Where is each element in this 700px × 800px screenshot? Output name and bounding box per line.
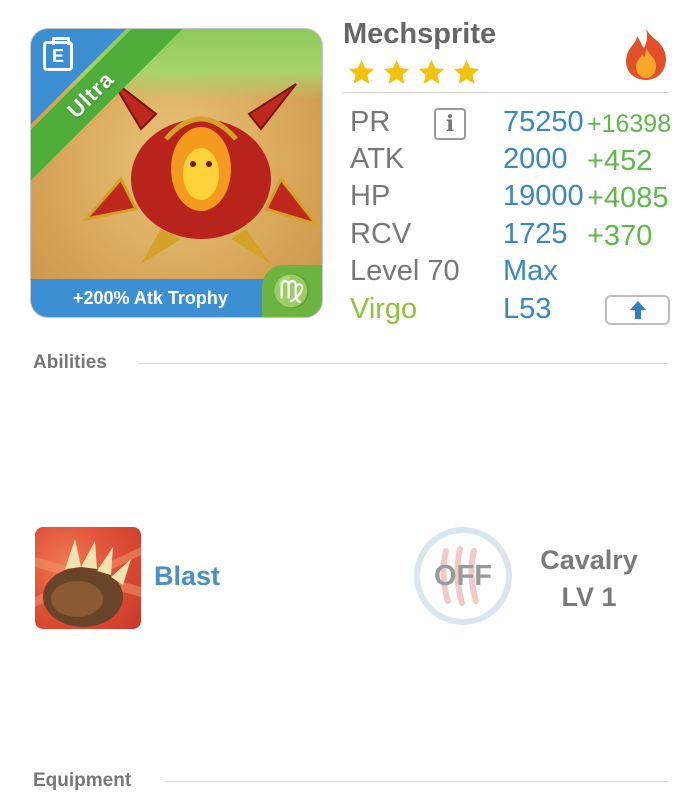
pr-label: PR [350,106,391,138]
equipment-heading: Equipment [33,770,132,791]
header-divider [343,92,669,93]
upgrade-button[interactable] [605,295,670,325]
cavalry-title: Cavalry [540,545,638,575]
level-label: Level 70 [350,255,460,287]
flame-icon [626,28,666,80]
cavalry-level: LV 1 [561,582,617,612]
monster-card[interactable]: E Ultra +200% Atk Trophy ♍ [30,28,323,318]
star-icon [418,59,445,84]
atk-value: 2000 [503,143,568,175]
claw-fist-icon [35,539,141,627]
abilities-divider [138,363,668,364]
evolution-icon[interactable]: E [43,37,73,71]
rcv-label: RCV [350,218,412,250]
arrow-up-icon [629,301,646,319]
rcv-value: 1725 [503,218,568,250]
abilities-heading: Abilities [33,352,107,373]
pr-value: 75250 [503,106,584,138]
virgo-sign-icon: ♍ [262,265,322,317]
atk-label: ATK [350,143,405,175]
sign-label: Virgo [350,293,418,325]
star-icon [383,59,410,84]
star-icon [348,59,375,84]
cavalry-state: OFF [434,559,492,592]
monster-name: Mechsprite [343,18,497,50]
hp-bonus: +4085 [587,182,669,214]
pr-bonus: +16398 [587,110,672,138]
trophy-label: +200% Atk Trophy [73,287,228,308]
star-rating [347,58,481,87]
ability-icon[interactable] [35,527,141,629]
equipment-divider [165,781,668,782]
hp-label: HP [350,180,391,212]
sign-level-value: L53 [503,293,552,325]
info-button[interactable]: i [434,108,466,140]
star-icon [453,59,480,84]
rcv-bonus: +370 [587,220,653,252]
atk-bonus: +452 [587,145,653,177]
level-value: Max [503,255,558,287]
cavalry-toggle[interactable]: OFF [414,527,512,625]
cavalry-info: Cavalry LV 1 [533,542,645,616]
ability-name[interactable]: Blast [154,561,220,592]
hp-value: 19000 [503,180,584,212]
